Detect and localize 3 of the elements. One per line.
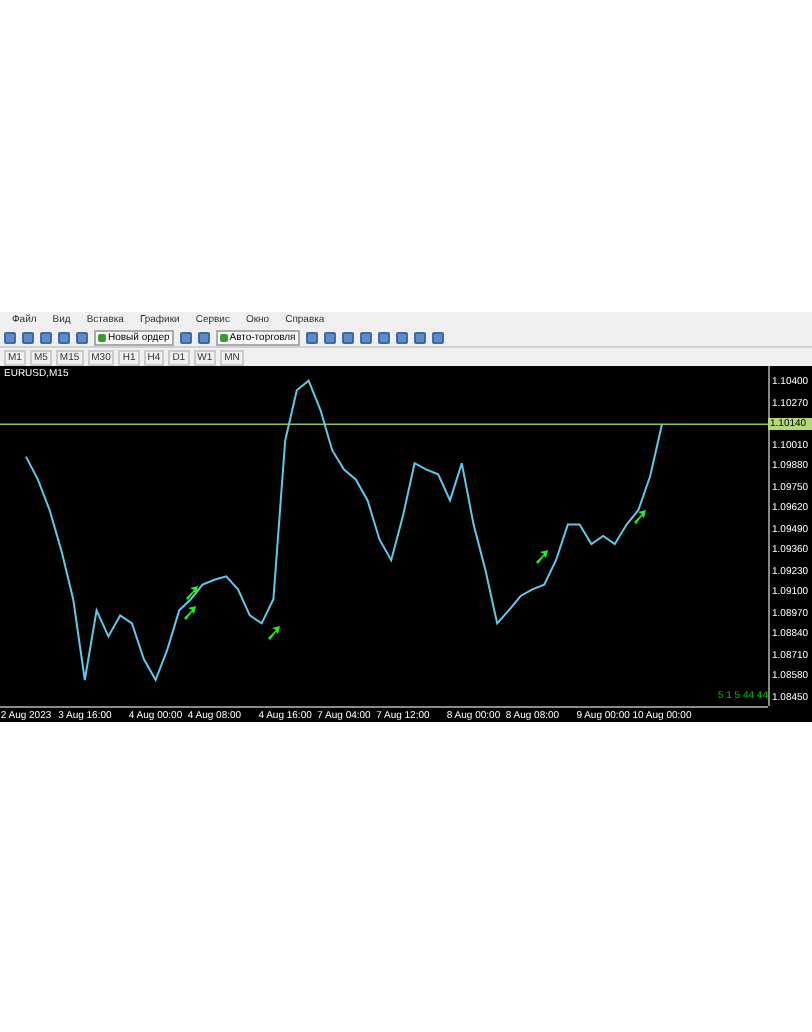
arrow-up-icon [634,510,646,524]
arrow-up-icon [268,626,280,640]
arrow-up-icon [536,550,548,564]
